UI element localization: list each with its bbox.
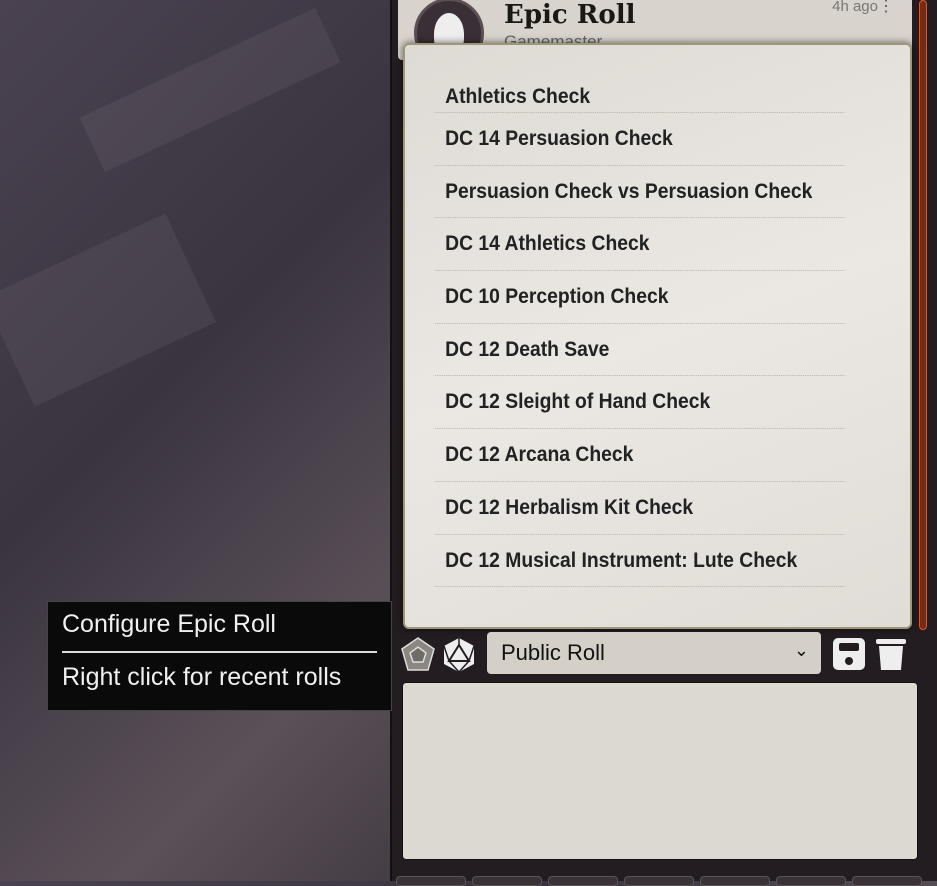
- menu-item[interactable]: DC 12 Musical Instrument: Lute Check: [435, 535, 845, 588]
- tab-button[interactable]: [852, 876, 922, 886]
- message-time: 4h ago: [832, 0, 878, 15]
- d20-icon[interactable]: [441, 637, 477, 673]
- chevron-down-icon: ⌄: [793, 640, 809, 660]
- message-title: Epic Roll: [504, 0, 636, 30]
- menu-item[interactable]: DC 12 Death Save: [435, 324, 845, 377]
- roll-mode-value: Public Roll: [501, 640, 605, 665]
- menu-item[interactable]: Persuasion Check vs Persuasion Check: [435, 166, 845, 219]
- tooltip-line-recent: Right click for recent rolls: [62, 663, 342, 691]
- tab-button[interactable]: [776, 876, 846, 886]
- chat-controls: Public Roll ⌄: [400, 632, 920, 676]
- kebab-menu-icon[interactable]: ⋮: [878, 0, 894, 16]
- tab-button[interactable]: [548, 876, 618, 886]
- trash-icon[interactable]: [874, 636, 908, 672]
- save-icon[interactable]: [832, 636, 866, 672]
- roll-mode-select[interactable]: Public Roll ⌄: [487, 632, 821, 674]
- sidebar-tab-buttons: [396, 876, 922, 886]
- d12-icon[interactable]: [400, 637, 436, 673]
- menu-item[interactable]: DC 12 Sleight of Hand Check: [435, 376, 845, 430]
- menu-item[interactable]: DC 14 Persuasion Check: [435, 113, 845, 166]
- tab-button[interactable]: [472, 876, 542, 886]
- menu-item[interactable]: Athletics Check: [435, 71, 845, 113]
- scrollbar[interactable]: [919, 0, 927, 630]
- menu-item[interactable]: DC 14 Athletics Check: [435, 218, 845, 272]
- menu-item[interactable]: DC 10 Perception Check: [435, 271, 845, 324]
- chat-message-input[interactable]: [402, 682, 918, 860]
- recent-rolls-menu: Athletics Check DC 14 Persuasion Check P…: [403, 43, 912, 629]
- tab-button[interactable]: [396, 876, 466, 886]
- tab-button[interactable]: [624, 876, 694, 886]
- background-scene: [0, 213, 216, 407]
- menu-item[interactable]: DC 12 Herbalism Kit Check: [435, 482, 845, 535]
- tooltip-line-configure: Configure Epic Roll: [62, 610, 276, 638]
- tooltip: Configure Epic Roll Right click for rece…: [47, 601, 392, 711]
- background-scene-2: [79, 7, 341, 173]
- menu-item[interactable]: DC 12 Arcana Check: [435, 429, 845, 482]
- tab-button[interactable]: [700, 876, 770, 886]
- tooltip-divider: [62, 651, 377, 653]
